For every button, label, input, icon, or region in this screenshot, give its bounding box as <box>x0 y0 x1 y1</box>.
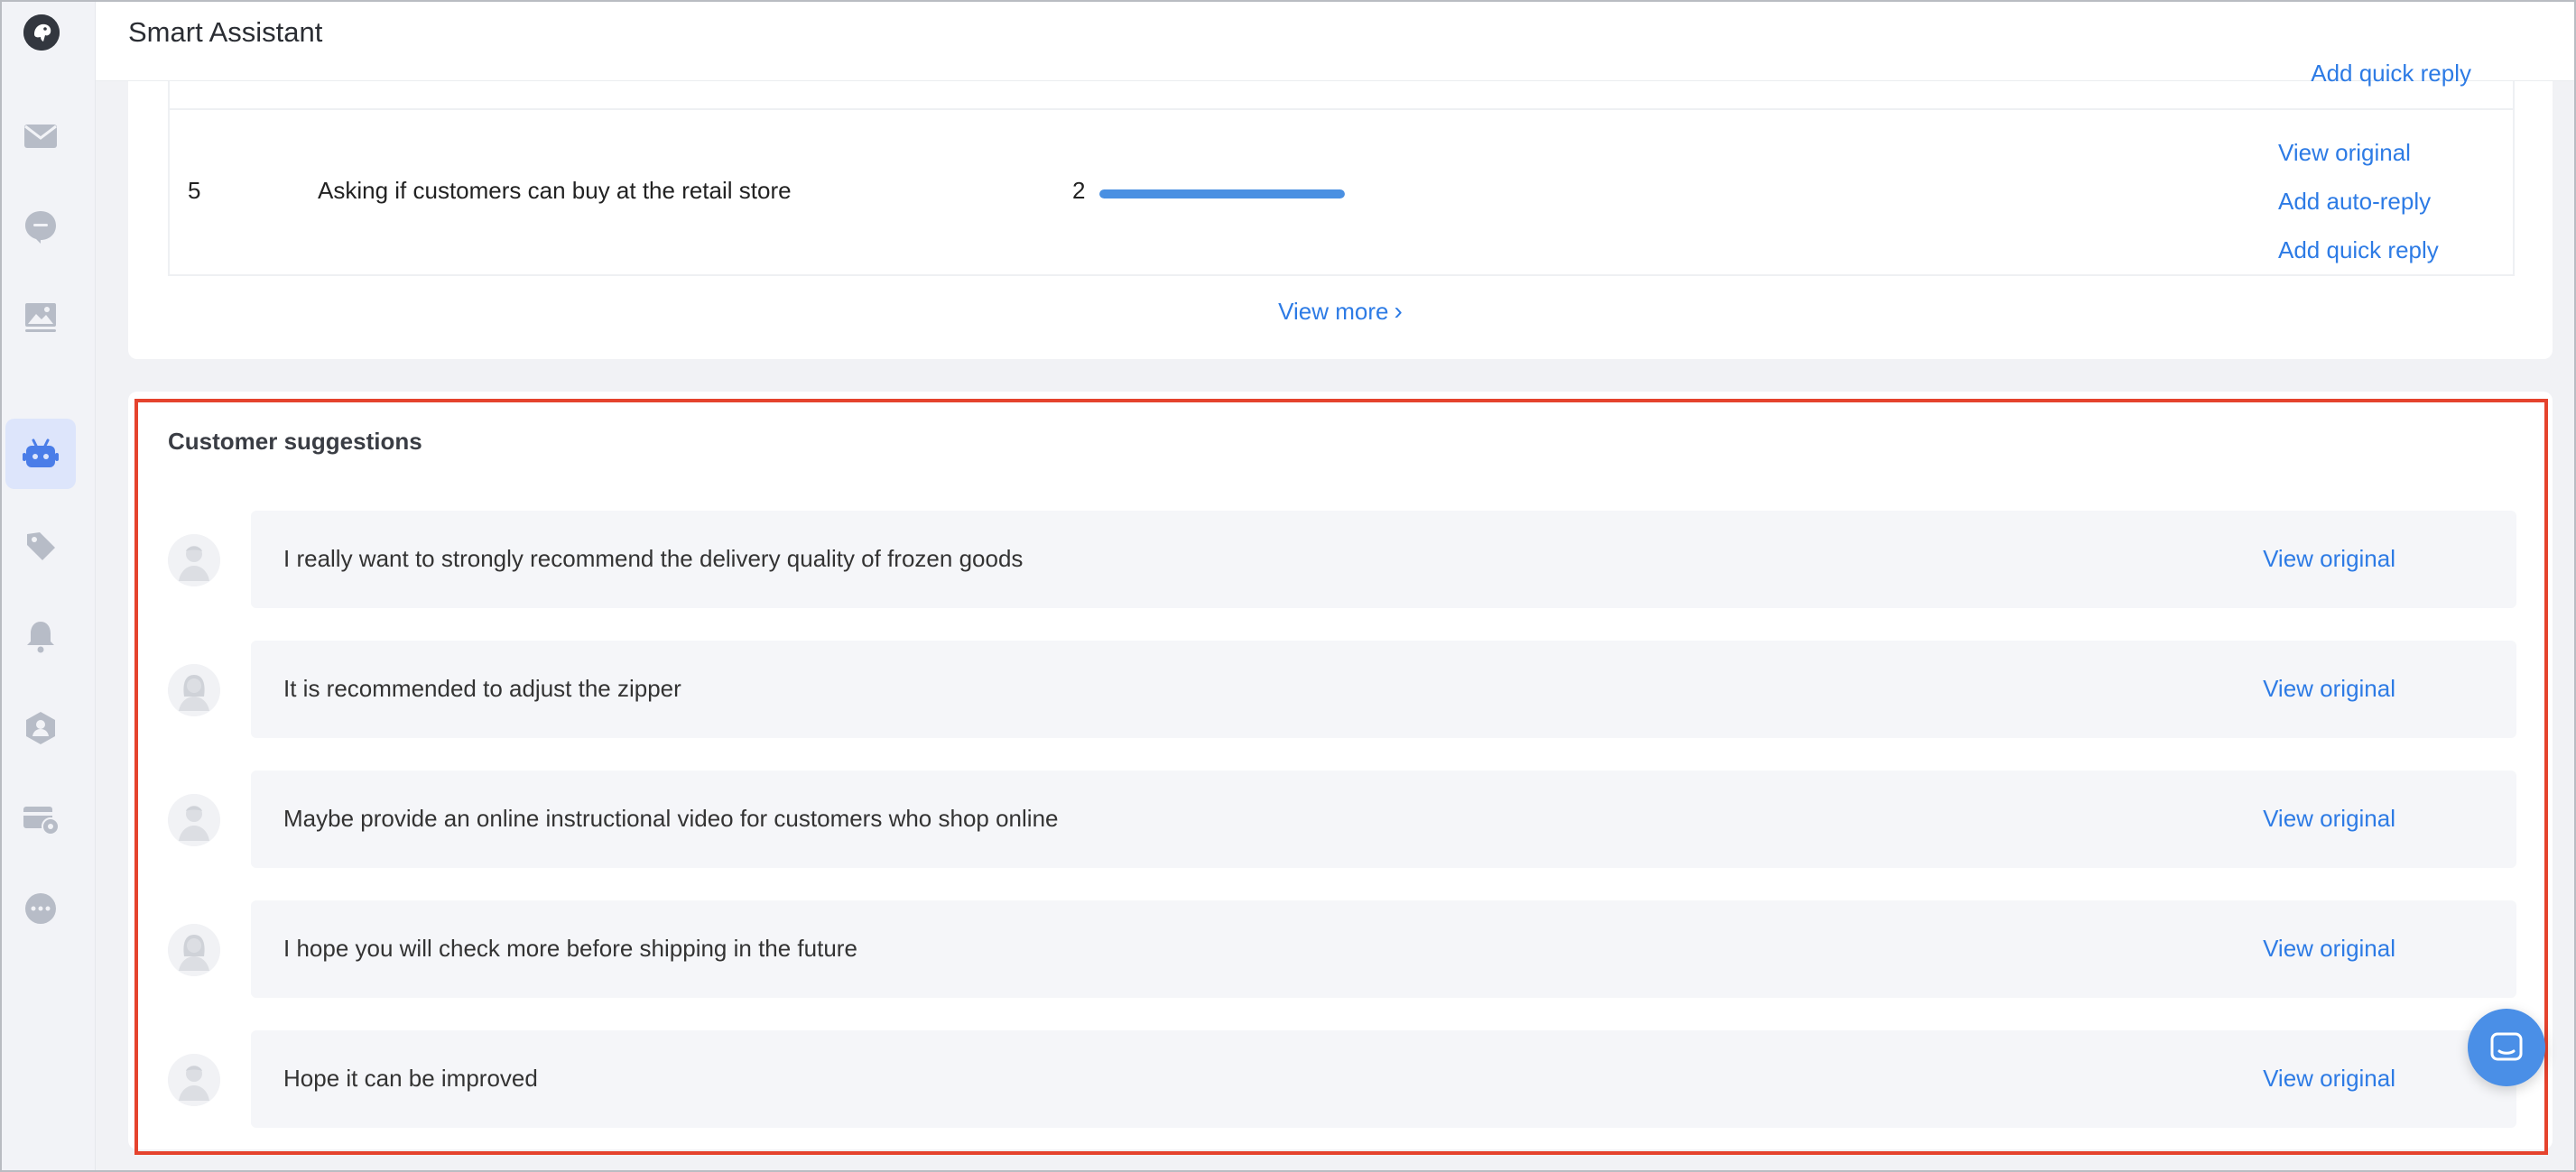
chat-bubble-icon <box>25 211 56 244</box>
sidebar-item-media[interactable] <box>5 281 76 352</box>
sidebar-item-more[interactable] <box>5 873 76 944</box>
suggestion-text: I really want to strongly recommend the … <box>283 545 1024 572</box>
app-window: Smart Assistant Add quick reply 5 Asking… <box>0 0 2576 1172</box>
list-item: I hope you will check more before shippi… <box>168 900 2516 998</box>
sidebar-item-tags[interactable] <box>5 511 76 581</box>
user-shield-icon <box>26 712 55 744</box>
sidebar-item-card-settings[interactable] <box>5 783 76 854</box>
view-original-link[interactable]: View original <box>2263 935 2395 963</box>
sidebar-item-messages[interactable] <box>5 101 76 171</box>
customer-suggestions-card: Customer suggestions I really want to st… <box>128 392 2553 1149</box>
view-original-link[interactable]: View original <box>2263 545 2395 573</box>
mail-icon <box>24 125 57 148</box>
list-item: Hope it can be improved View original <box>168 1030 2516 1128</box>
faq-card: Add quick reply 5 Asking if customers ca… <box>128 60 2553 359</box>
sidebar-item-smart-assistant[interactable] <box>5 419 76 489</box>
suggestion-text: I hope you will check more before shippi… <box>283 935 857 962</box>
list-item: It is recommended to adjust the zipper V… <box>168 641 2516 738</box>
add-quick-reply-link[interactable]: Add quick reply <box>2278 226 2468 274</box>
sidebar-item-chats[interactable] <box>5 191 76 262</box>
suggestion-box: It is recommended to adjust the zipper V… <box>251 641 2516 738</box>
female-avatar-icon <box>168 924 220 976</box>
suggestion-text: Maybe provide an online instructional vi… <box>283 805 1059 832</box>
suggestion-text: Hope it can be improved <box>283 1065 538 1092</box>
more-icon <box>25 893 56 924</box>
bell-icon <box>27 622 54 653</box>
row-count-bar <box>1099 189 1345 198</box>
add-auto-reply-link[interactable]: Add auto-reply <box>2278 177 2468 226</box>
faq-table: Add quick reply 5 Asking if customers ca… <box>168 60 2515 276</box>
view-more-button[interactable]: View more › <box>128 296 2553 326</box>
view-original-link[interactable]: View original <box>2263 675 2395 703</box>
row-topic: Asking if customers can buy at the retai… <box>318 177 792 204</box>
row-rank: 5 <box>188 177 201 204</box>
suggestion-text: It is recommended to adjust the zipper <box>283 675 681 702</box>
robot-icon <box>23 438 59 467</box>
male-avatar-icon <box>168 794 220 846</box>
suggestion-box: Hope it can be improved View original <box>251 1030 2516 1128</box>
female-avatar-icon <box>168 664 220 716</box>
chat-widget-button[interactable] <box>2468 1009 2545 1086</box>
section-title: Customer suggestions <box>168 428 422 455</box>
header: Smart Assistant <box>96 2 2574 81</box>
suggestion-box: Maybe provide an online instructional vi… <box>251 771 2516 868</box>
row-count: 2 <box>1072 177 1086 204</box>
sidebar <box>2 2 96 1170</box>
add-quick-reply-link-cut[interactable]: Add quick reply <box>2311 60 2471 87</box>
tag-icon <box>27 532 55 560</box>
row-count-bar-fill <box>1099 189 1345 198</box>
page-title: Smart Assistant <box>128 16 323 48</box>
sidebar-item-notifications[interactable] <box>5 601 76 671</box>
suggestion-box: I really want to strongly recommend the … <box>251 511 2516 608</box>
suggestion-box: I hope you will check more before shippi… <box>251 900 2516 998</box>
view-more-label: View more <box>1278 297 1389 325</box>
chevron-right-icon: › <box>1394 297 1403 326</box>
view-original-link[interactable]: View original <box>2263 1065 2395 1093</box>
male-avatar-icon <box>168 534 220 586</box>
male-avatar-icon <box>168 1054 220 1106</box>
card-settings-icon <box>23 807 60 835</box>
sidebar-item-customers[interactable] <box>5 693 76 763</box>
image-icon <box>25 303 56 332</box>
table-row-divider <box>170 108 2513 110</box>
app-logo-icon[interactable] <box>23 14 60 51</box>
chat-widget-icon <box>2490 1032 2523 1061</box>
list-item: I really want to strongly recommend the … <box>168 511 2516 608</box>
row-actions: View original Add auto-reply Add quick r… <box>2278 128 2468 274</box>
view-original-link[interactable]: View original <box>2263 805 2395 833</box>
view-original-link[interactable]: View original <box>2278 128 2468 177</box>
list-item: Maybe provide an online instructional vi… <box>168 771 2516 868</box>
